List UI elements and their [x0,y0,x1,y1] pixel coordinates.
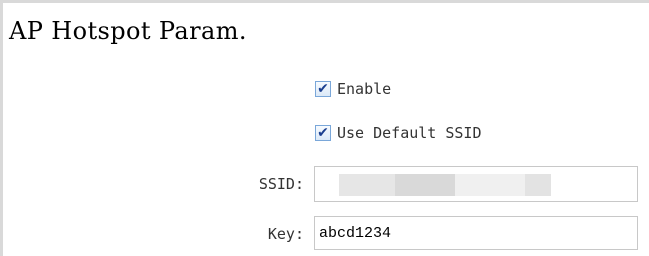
key-input[interactable] [314,216,638,250]
redacted-value-block [455,174,525,196]
use-default-ssid-checkbox-label: Use Default SSID [337,124,482,142]
ap-hotspot-panel: AP Hotspot Param. ✔ Enable ✔ Use Default… [0,0,649,256]
enable-checkbox[interactable]: ✔ [315,81,331,97]
ssid-label: SSID: [258,175,304,193]
redacted-value-block [525,174,551,196]
checkmark-icon: ✔ [317,125,329,141]
use-default-ssid-checkbox[interactable]: ✔ [315,125,331,141]
enable-checkbox-row[interactable]: ✔ Enable [315,79,391,99]
checkmark-icon: ✔ [317,81,329,97]
panel-title: AP Hotspot Param. [9,17,247,45]
key-label: Key: [267,225,304,243]
redacted-value-block [395,174,455,196]
ssid-input[interactable] [314,166,638,202]
enable-checkbox-label: Enable [337,80,392,98]
redacted-value-block [339,174,395,196]
use-default-ssid-checkbox-row[interactable]: ✔ Use Default SSID [315,123,482,143]
